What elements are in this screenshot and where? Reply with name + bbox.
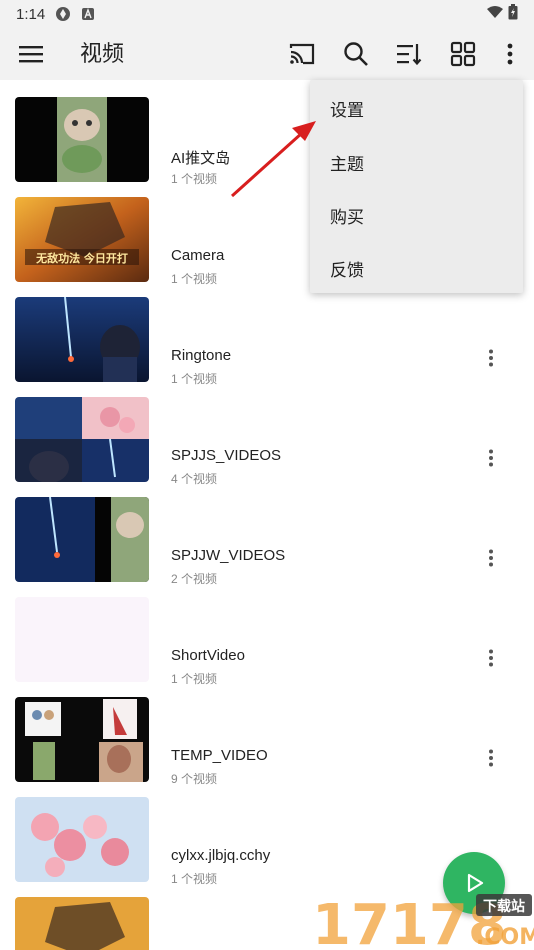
watermark-domain: .COM xyxy=(476,925,534,950)
watermark-tag: 下载站 xyxy=(483,898,525,915)
watermark-logo: 17178 下载站 .COM xyxy=(310,884,534,950)
annotation-arrow xyxy=(230,121,316,198)
